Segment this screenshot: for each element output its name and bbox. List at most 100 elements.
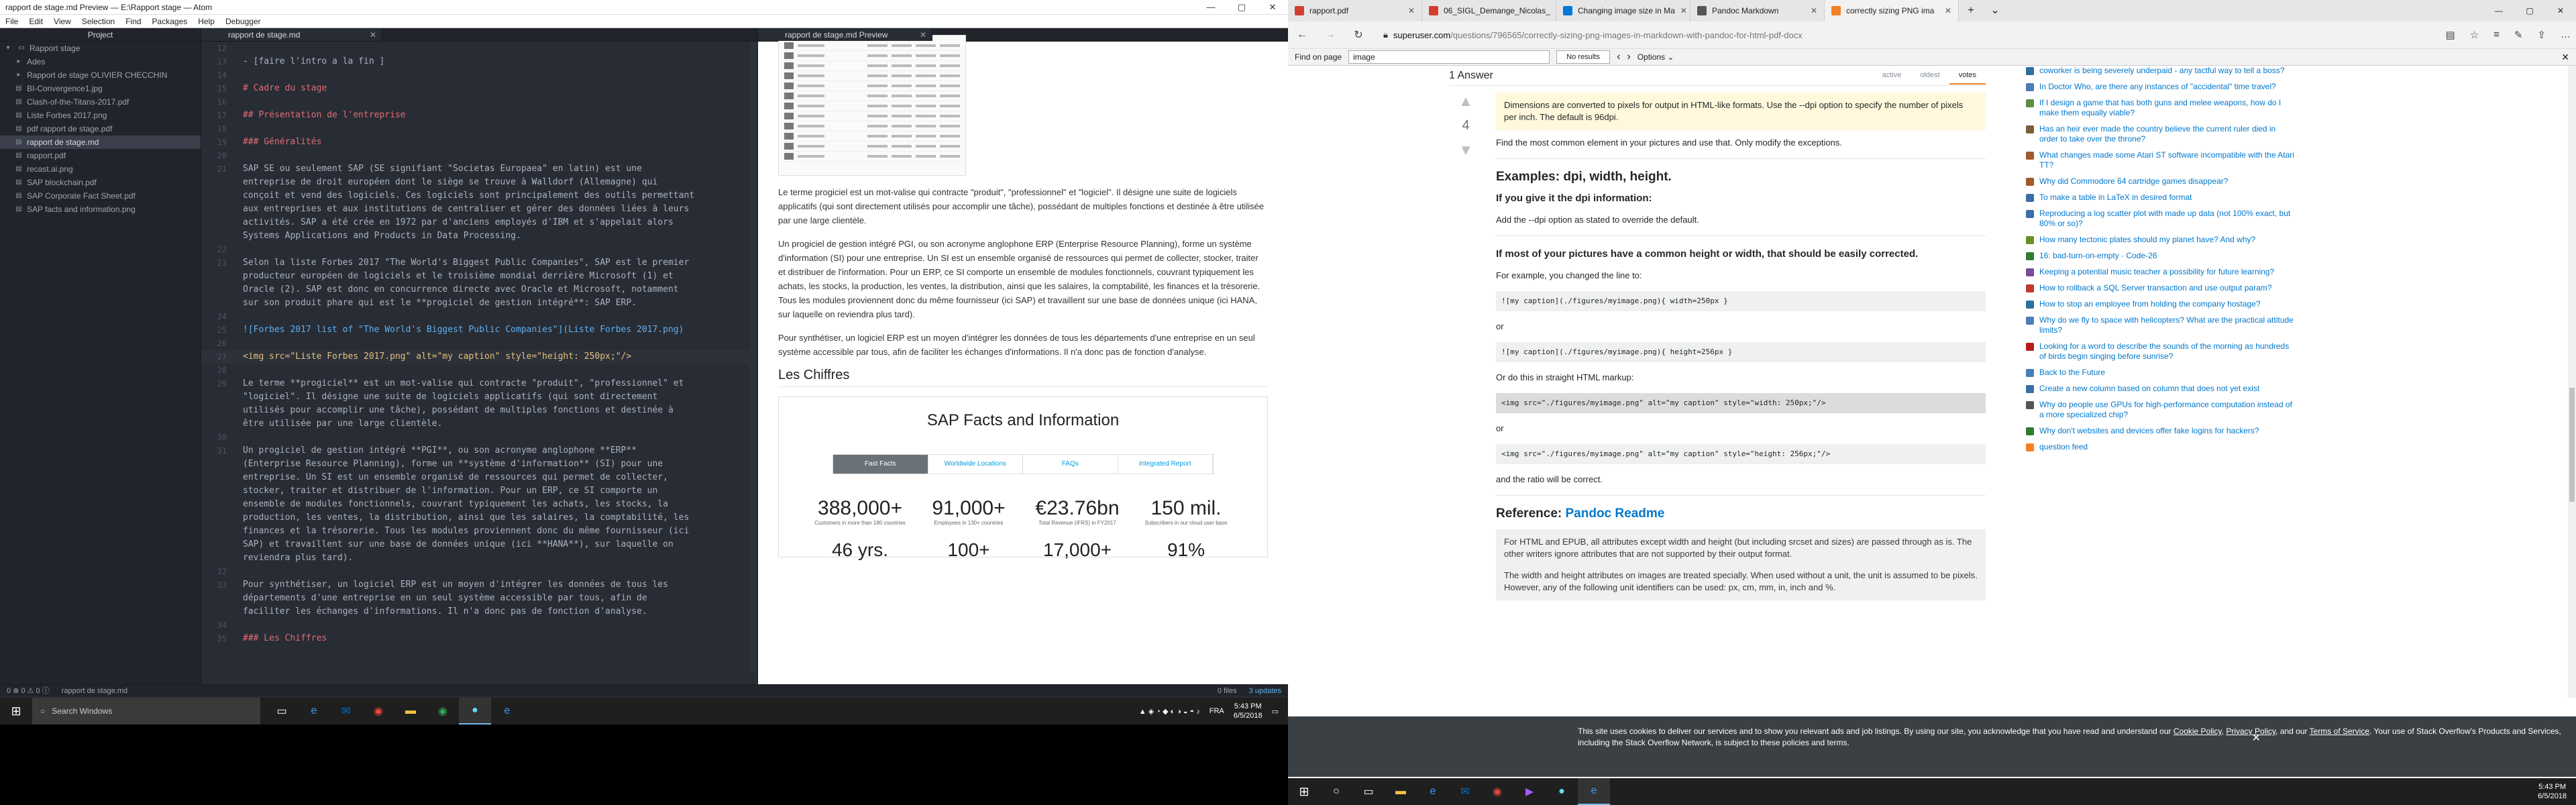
hot-question[interactable]: Back to the Future <box>2026 368 2294 378</box>
close-tab-icon[interactable]: ✕ <box>1811 6 1817 15</box>
hot-question[interactable]: Why do we fly to space with helicopters?… <box>2026 315 2294 335</box>
hot-question-title[interactable]: Back to the Future <box>2039 368 2105 378</box>
editor-scrollbar[interactable] <box>749 42 757 672</box>
hot-question-title[interactable]: If I design a game that has both guns an… <box>2039 98 2294 118</box>
reading-view-icon[interactable]: ▤ <box>2445 29 2455 41</box>
tree-item-folder[interactable]: ▸ Ades <box>0 55 201 68</box>
tray-icons[interactable]: ▲ ◈ ◔ ◆ ◐ ◑ ◒ ◓ ♪ <box>1139 707 1200 716</box>
edge-icon[interactable]: e <box>1417 778 1449 805</box>
pandoc-readme-link[interactable]: Pandoc Readme <box>1566 506 1665 521</box>
code-line[interactable]: 26 <box>201 337 757 350</box>
editor-tab[interactable]: rapport de stage.md ✕ <box>201 28 382 41</box>
browser-tab[interactable]: rapport.pdf ✕ <box>1288 0 1422 21</box>
code-line[interactable]: 34 <box>201 619 757 632</box>
hot-question[interactable]: Has an heir ever made the country believ… <box>2026 124 2294 144</box>
tree-item-file[interactable]: ▤ rapport.pdf <box>0 149 201 162</box>
back-icon[interactable]: ← <box>1293 29 1311 41</box>
code-line[interactable]: 32 <box>201 565 757 578</box>
menu-item[interactable]: File <box>5 17 18 26</box>
find-input[interactable]: image <box>1348 50 1550 64</box>
hot-question-title[interactable]: 16: bad-turn-on-empty · Code-26 <box>2039 251 2157 261</box>
outlook-icon[interactable]: ✉ <box>330 698 362 724</box>
edge-icon[interactable]: e <box>298 698 330 724</box>
notes-icon[interactable]: ✎ <box>2514 29 2523 41</box>
tree-item-file[interactable]: ▤ SAP blockchain.pdf <box>0 176 201 189</box>
upvote-icon[interactable]: ▲ <box>1449 93 1483 110</box>
browser-tab[interactable]: Pandoc Markdown ✕ <box>1690 0 1825 21</box>
code-line[interactable]: 25 ![Forbes 2017 list of "The World's Big… <box>201 323 757 337</box>
file-explorer-icon[interactable]: ▬ <box>394 698 427 724</box>
hot-question[interactable]: In Doctor Who, are there any instances o… <box>2026 82 2294 92</box>
privacy-policy-link[interactable]: Privacy Policy <box>2226 727 2275 736</box>
tree-item-file[interactable]: ▤ SAP Corporate Fact Sheet.pdf <box>0 189 201 203</box>
language-indicator[interactable]: FRA <box>1210 707 1224 715</box>
edge-icon[interactable]: e <box>491 698 523 724</box>
hot-question[interactable]: Why do people use GPUs for high-performa… <box>2026 400 2294 420</box>
menu-item[interactable]: Debugger <box>225 17 261 26</box>
hot-question-title[interactable]: Create a new column based on column that… <box>2039 384 2259 394</box>
more-icon[interactable]: … <box>2561 29 2571 41</box>
find-previous-icon[interactable]: ‹ <box>1617 51 1620 63</box>
chrome-icon[interactable]: ◉ <box>1481 778 1513 805</box>
code-line[interactable]: 35 ### Les Chiffres <box>201 632 757 645</box>
code-line[interactable]: 21 SAP SE ou seulement SAP (SE signifiant… <box>201 162 757 243</box>
hot-question-title[interactable]: question feed <box>2039 442 2088 452</box>
close-cookie-icon[interactable]: ✕ <box>2252 733 2261 744</box>
hot-question[interactable]: question feed <box>2026 442 2294 452</box>
browser-tab[interactable]: Changing image size in Ma ✕ <box>1556 0 1690 21</box>
hot-question[interactable]: Why don't websites and devices offer fak… <box>2026 426 2294 436</box>
tree-item-file[interactable]: ▤ BI-Convergence1.jpg <box>0 82 201 95</box>
hot-question[interactable]: Looking for a word to describe the sound… <box>2026 341 2294 362</box>
sort-tab-votes[interactable]: votes <box>1949 67 1986 85</box>
hot-question-title[interactable]: Why don't websites and devices offer fak… <box>2039 426 2259 436</box>
taskbar-search[interactable]: ○ Search Windows <box>32 698 260 724</box>
markdown-preview[interactable]: rapport de stage.md Preview ✕ Le terme p… <box>758 28 1288 684</box>
close-icon[interactable]: ✕ <box>2545 0 2576 21</box>
browser-tab[interactable]: 06_SIGL_Demange_Nicolas_✕ <box>1422 0 1556 21</box>
menu-item[interactable]: Edit <box>29 17 43 26</box>
hot-question-title[interactable]: coworker is being severely underpaid - a… <box>2039 66 2285 76</box>
windows-start-icon[interactable]: ⊞ <box>1288 778 1320 805</box>
outlook-icon[interactable]: ✉ <box>1449 778 1481 805</box>
sort-tab-oldest[interactable]: oldest <box>1911 67 1949 85</box>
code-line[interactable]: 23 Selon la liste Forbes 2017 "The World'… <box>201 256 757 310</box>
hot-question-title[interactable]: In Doctor Who, are there any instances o… <box>2039 82 2276 92</box>
code-line[interactable]: 18 <box>201 122 757 136</box>
close-tab-icon[interactable]: ✕ <box>920 28 926 42</box>
chrome-icon[interactable]: ◉ <box>427 698 459 724</box>
hot-question[interactable]: If I design a game that has both guns an… <box>2026 98 2294 118</box>
maximize-icon[interactable]: ▢ <box>2514 0 2545 21</box>
hot-question-title[interactable]: What changes made some Atari ST software… <box>2039 150 2294 170</box>
terms-link[interactable]: Terms of Service <box>2310 727 2369 736</box>
hot-question[interactable]: To make a table in LaTeX in desired form… <box>2026 193 2294 203</box>
status-files[interactable]: 0 files <box>1218 685 1237 696</box>
task-view-icon[interactable]: ▭ <box>1352 778 1385 805</box>
hot-question[interactable]: Reproducing a log scatter plot with made… <box>2026 209 2294 229</box>
diagnostics-count[interactable]: 0 ⊗ 0 ⚠ 0 ⓘ <box>7 685 50 696</box>
sort-tab-active[interactable]: active <box>1873 67 1911 85</box>
hot-question-title[interactable]: Has an heir ever made the country believ… <box>2039 124 2294 144</box>
hot-question[interactable]: How to rollback a SQL Server transaction… <box>2026 283 2294 293</box>
code-line[interactable]: 17 ## Présentation de l'entreprise <box>201 109 757 122</box>
edge-icon[interactable]: e <box>1578 778 1610 805</box>
minimize-icon[interactable]: — <box>2483 0 2514 21</box>
downvote-icon[interactable]: ▼ <box>1449 142 1483 159</box>
favorites-hub-icon[interactable]: ≡ <box>2493 29 2500 41</box>
task-view-icon[interactable]: ▭ <box>266 698 298 724</box>
markdown-editor[interactable]: rapport de stage.md ✕ 12 13 - [faire l'int… <box>201 28 758 684</box>
menu-item[interactable]: Selection <box>82 17 115 26</box>
find-options[interactable]: Options ⌄ <box>1638 52 1674 62</box>
tree-item-file[interactable]: ▤ Clash-of-the-Titans-2017.pdf <box>0 95 201 109</box>
hot-question-title[interactable]: Why did Commodore 64 cartridge games dis… <box>2039 176 2228 186</box>
code-line[interactable]: 31 Un progiciel de gestion intégré **PGI*… <box>201 444 757 565</box>
code-line[interactable]: 29 Le terme **progiciel** est un mot-vali… <box>201 377 757 431</box>
clock[interactable]: 5:43 PM 6/5/2018 <box>2538 782 2567 801</box>
cookie-policy-link[interactable]: Cookie Policy <box>2174 727 2222 736</box>
code-line[interactable]: 24 <box>201 310 757 323</box>
code-line[interactable]: 20 <box>201 149 757 162</box>
hot-question-title[interactable]: Looking for a word to describe the sound… <box>2039 341 2294 362</box>
hot-question-title[interactable]: How to stop an employee from holding the… <box>2039 299 2261 309</box>
chrome-icon[interactable]: ◉ <box>362 698 394 724</box>
tree-item-file[interactable]: ▤ Liste Forbes 2017.png <box>0 109 201 122</box>
hot-question[interactable]: Keeping a potential music teacher a poss… <box>2026 267 2294 277</box>
